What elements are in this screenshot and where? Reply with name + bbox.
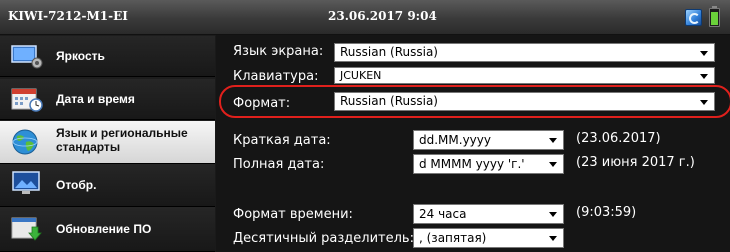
sidebar-item-brightness[interactable]: Яркость [0,36,215,77]
keyboard-label: Клавиатура: [233,69,319,84]
decimal-separator-select[interactable]: , (запятая) [413,228,564,248]
sidebar-item-label: Отобр. [56,178,97,192]
sidebar-item-label: Дата и время [56,92,135,106]
chevron-down-icon [700,51,708,56]
sidebar-item-display[interactable]: Отобр. [0,164,215,207]
short-date-select[interactable]: dd.MM.yyyy [413,130,564,150]
sidebar-item-label-line1: Язык и региональные [56,126,188,140]
time-format-preview: (9:03:59) [576,205,637,220]
screen-language-label: Язык экрана: [233,44,324,59]
display-icon [12,171,40,194]
chevron-down-icon [549,236,557,241]
format-select[interactable]: Russian (Russia) [334,92,715,111]
time-format-select[interactable]: 24 часа [413,204,564,224]
keyboard-select[interactable]: JCUKEN [334,67,715,84]
title-bar: KIWI-7212-M1-EI 23.06.2017 9:04 [0,0,730,35]
chevron-down-icon [700,100,708,105]
format-label: Формат: [233,96,291,111]
battery-icon [709,6,720,27]
brightness-icon [11,45,43,69]
sidebar-item-label: Обновление ПО [56,222,152,236]
short-date-preview: (23.06.2017) [576,131,661,146]
chevron-down-icon [549,212,557,217]
sidebar-item-label: Яркость [56,49,105,63]
sidebar-item-software-update[interactable]: Обновление ПО [0,207,215,252]
chevron-down-icon [549,162,557,167]
chevron-down-icon [549,138,557,143]
sidebar-item-language-region[interactable]: Язык и региональные стандарты [0,121,215,164]
software-update-icon [11,217,42,241]
decimal-separator-label: Десятичный разделитель: [233,231,414,246]
calendar-clock-icon [11,88,43,112]
sidebar-item-date-time[interactable]: Дата и время [0,79,215,120]
long-date-label: Полная дата: [233,157,325,172]
short-date-label: Краткая дата: [233,133,331,148]
device-name: KIWI-7212-M1-EI [8,9,128,23]
globe-icon [12,129,38,155]
long-date-select[interactable]: d MMMM yyyy 'г.' [413,154,564,174]
settings-sidebar: Яркость Дата и время Язык и региональные… [0,35,215,252]
datetime-display: 23.06.2017 9:04 [328,9,437,23]
screen-language-select[interactable]: Russian (Russia) [334,43,715,62]
time-format-label: Формат времени: [233,207,353,222]
chevron-down-icon [700,74,708,79]
sidebar-item-label-line2: стандарты [56,140,121,154]
sync-icon[interactable] [685,9,702,26]
long-date-preview: (23 июня 2017 г.) [576,155,695,170]
